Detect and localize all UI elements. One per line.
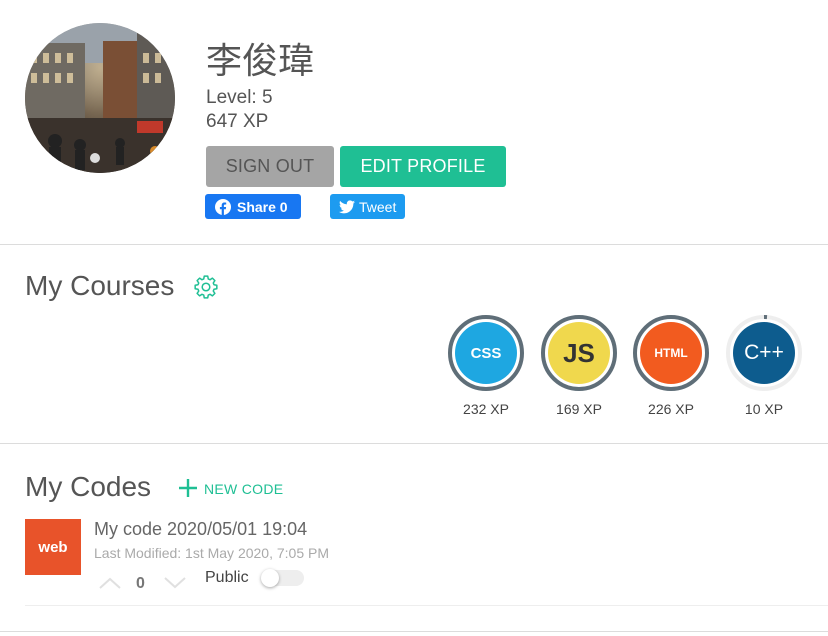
vote-count: 0 <box>136 575 145 592</box>
facebook-icon <box>215 198 231 215</box>
toggle-knob <box>261 569 279 587</box>
course-css-xp: 232 XP <box>463 401 509 417</box>
profile-xp: 647 XP <box>206 111 269 132</box>
header-divider <box>0 244 828 245</box>
course-css[interactable]: CSS 232 XP <box>448 315 524 417</box>
avatar-photo-icon <box>25 23 175 173</box>
public-label: Public <box>205 569 249 586</box>
new-code-button[interactable]: NEW CODE <box>178 478 283 499</box>
course-js-ring[interactable]: JS <box>541 315 617 391</box>
course-html[interactable]: HTML 226 XP <box>633 315 709 417</box>
sign-out-button[interactable]: SIGN OUT <box>206 146 334 187</box>
code-thumbnail[interactable]: web <box>25 519 81 575</box>
codes-divider <box>0 631 828 632</box>
course-html-xp: 226 XP <box>648 401 694 417</box>
course-html-name: HTML <box>654 346 688 360</box>
facebook-share-button[interactable]: Share 0 <box>205 194 301 219</box>
twitter-tweet-button[interactable]: Tweet <box>330 194 405 219</box>
facebook-share-label: Share 0 <box>237 198 288 215</box>
twitter-tweet-label: Tweet <box>359 198 397 215</box>
edit-profile-button[interactable]: EDIT PROFILE <box>340 146 506 187</box>
code-thumb-label: web <box>38 538 68 556</box>
codes-title: My Codes <box>25 471 152 502</box>
course-js[interactable]: JS 169 XP <box>541 315 617 417</box>
course-cpp-xp: 10 XP <box>744 401 784 417</box>
twitter-bird-icon <box>339 199 355 214</box>
courses-divider <box>0 443 828 444</box>
profile-page: 李俊瑋 Level: 5 647 XP SIGN OUT EDIT PROFIL… <box>0 0 828 636</box>
course-js-name: JS <box>563 337 595 368</box>
css-icon: CSS <box>455 322 517 384</box>
code-last-modified: Last Modified: 1st May 2020, 7:05 PM <box>94 545 330 561</box>
code-title-link[interactable]: My code 2020/05/01 19:04 <box>94 519 307 540</box>
course-html-ring[interactable]: HTML <box>633 315 709 391</box>
course-css-name: CSS <box>470 344 502 362</box>
public-toggle[interactable] <box>261 569 304 587</box>
course-js-xp: 169 XP <box>556 401 602 417</box>
profile-avatar <box>25 23 175 173</box>
downvote-chevron-icon[interactable] <box>163 576 187 595</box>
js-icon: JS <box>548 322 610 384</box>
plus-icon <box>178 478 198 499</box>
profile-level: Level: 5 <box>206 87 273 108</box>
new-code-label: NEW CODE <box>204 480 284 497</box>
course-cpp-ring[interactable]: C++ <box>726 315 802 391</box>
course-cpp[interactable]: C++ 10 XP <box>726 315 802 417</box>
code-item-divider <box>25 605 828 606</box>
upvote-chevron-icon[interactable] <box>98 576 122 595</box>
html-icon: HTML <box>640 322 702 384</box>
gear-icon[interactable] <box>193 274 219 305</box>
profile-name: 李俊瑋 <box>206 41 315 82</box>
course-css-ring[interactable]: CSS <box>448 315 524 391</box>
progress-arc-icon <box>763 315 768 320</box>
courses-title: My Courses <box>25 270 175 301</box>
